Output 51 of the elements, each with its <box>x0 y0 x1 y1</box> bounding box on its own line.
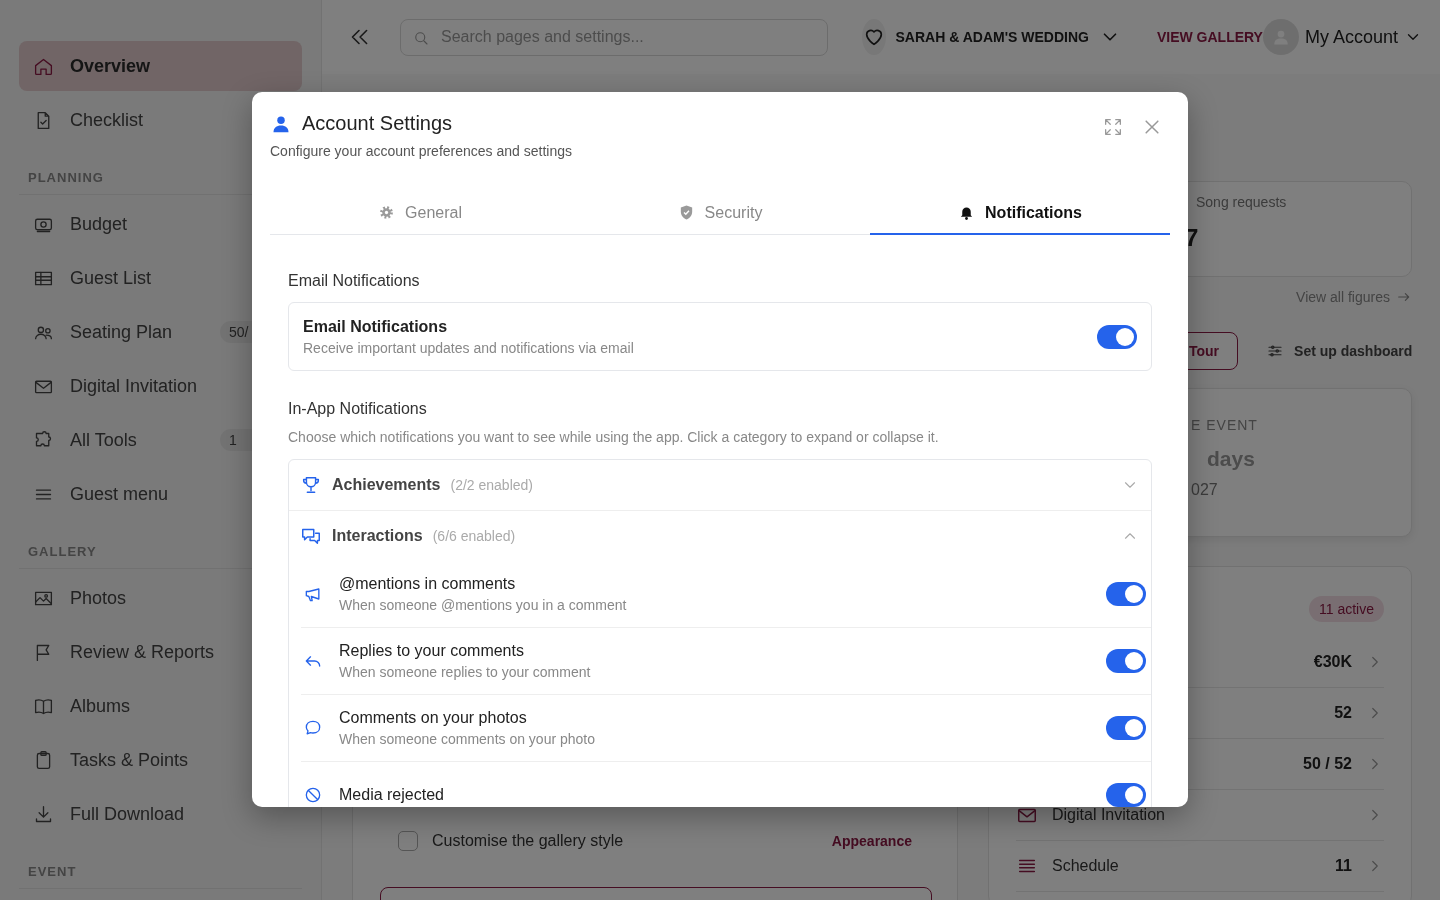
prohibited-icon <box>303 785 323 805</box>
category-title[interactable]: Achievements <box>332 476 441 494</box>
section-heading: In-App Notifications <box>288 399 428 419</box>
modal-subtitle: Configure your account preferences and settings <box>270 143 573 159</box>
toggle-switch[interactable] <box>1097 324 1137 349</box>
modal-title: Account Settings <box>302 112 453 135</box>
tab[interactable]: General <box>270 192 570 235</box>
category-title[interactable]: Interactions <box>332 527 423 545</box>
countdown-date: 027 <box>1191 481 1219 499</box>
account-menu[interactable]: My Account <box>1262 19 1422 55</box>
expand-icon[interactable] <box>1102 116 1124 138</box>
setting-title: @mentions in comments <box>339 575 517 593</box>
toggle-switch[interactable] <box>1106 716 1146 740</box>
checkbox[interactable] <box>398 831 418 851</box>
setting-title: Comments on your photos <box>339 709 528 727</box>
setting-description: When someone replies to your comment <box>339 664 592 680</box>
sidebar-item[interactable]: Overview <box>19 41 302 91</box>
sidebar-item[interactable]: Seating Plan <box>19 307 220 357</box>
appearance-link[interactable]: Appearance <box>831 833 912 849</box>
download-icon <box>33 803 54 825</box>
gear-icon <box>378 204 396 221</box>
toggle-switch[interactable] <box>1106 783 1146 807</box>
task-label: Customise the gallery style <box>432 832 624 850</box>
tab[interactable]: Notifications <box>870 192 1170 235</box>
enabled-count: (2/2 enabled) <box>450 477 533 493</box>
setting-title: Email Notifications <box>303 317 449 336</box>
row-label[interactable]: Schedule <box>1052 857 1119 875</box>
setting-description: Receive important updates and notifications via email <box>303 339 635 356</box>
view-gallery-link[interactable]: VIEW GALLERY <box>1156 29 1263 45</box>
toggle-switch[interactable] <box>1106 649 1146 673</box>
section-heading: Email Notifications <box>288 271 421 291</box>
toggle-switch[interactable] <box>1106 582 1146 606</box>
row-value: 52 <box>1334 704 1352 722</box>
event-selector[interactable]: SARAH & ADAM'S WEDDING <box>895 26 1121 48</box>
sidebar-item[interactable]: Full Download <box>19 789 302 839</box>
setting-description: When someone @mentions you in a comment <box>339 597 628 613</box>
row-value: 50 / 52 <box>1303 755 1352 773</box>
trophy-icon <box>300 474 322 496</box>
setting-description: When someone comments on your photo <box>339 731 597 747</box>
setup-dashboard-button[interactable]: Set up dashboard <box>1266 342 1413 360</box>
sidebar-item[interactable]: All Tools <box>19 415 220 465</box>
setting-title: Media rejected <box>339 786 445 804</box>
tab[interactable]: Security <box>570 192 870 235</box>
row-label[interactable]: Digital Invitation <box>1052 806 1165 824</box>
row-value: 11 <box>1335 857 1352 875</box>
stat-label: Song requests <box>1196 194 1288 210</box>
enabled-count: (6/6 enabled) <box>432 528 516 544</box>
status-badge: 11 active <box>1309 596 1384 622</box>
setting-title: Replies to your comments <box>339 642 525 660</box>
row-value: €30K <box>1313 653 1352 671</box>
section-description: Choose which notifications you want to see while using the app. Click a category to expand or collapse it. <box>288 429 940 445</box>
